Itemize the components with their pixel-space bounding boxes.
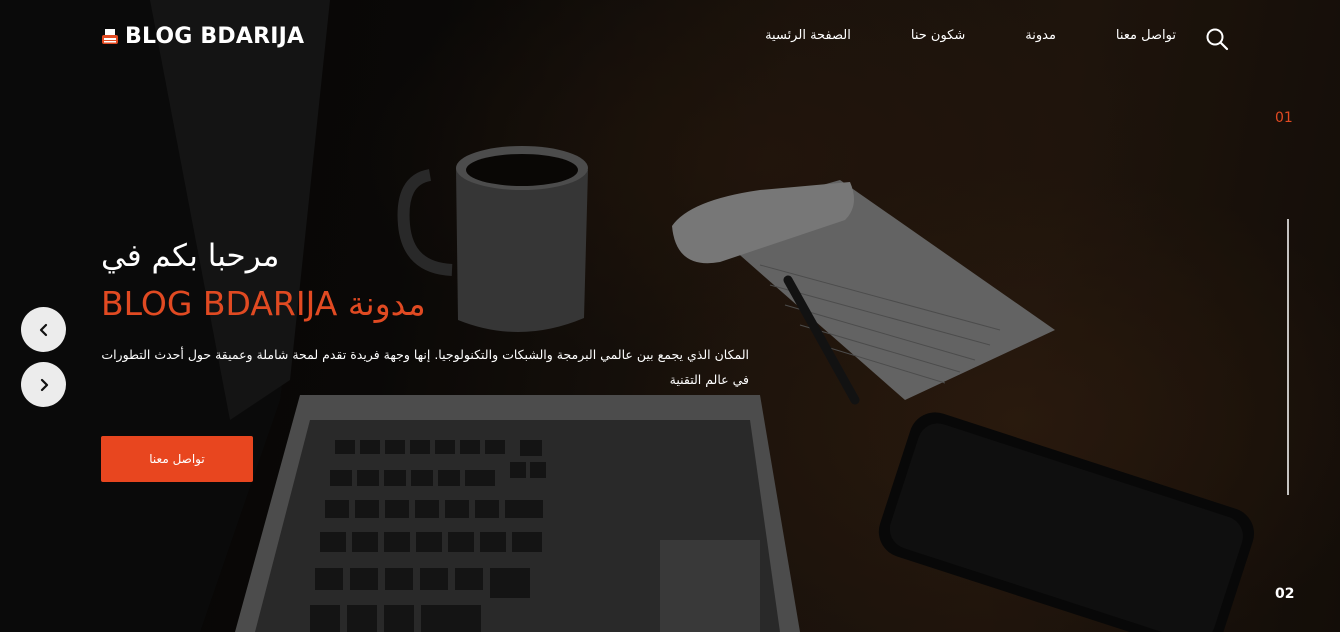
- slide-progress-line: [1287, 219, 1289, 495]
- chevron-right-icon: [40, 378, 48, 391]
- slider-next-button[interactable]: [21, 362, 66, 407]
- site-logo[interactable]: BLOG BDARIJA: [101, 24, 304, 49]
- slide-counter-next[interactable]: 02: [1275, 586, 1294, 602]
- chevron-left-icon: [39, 323, 47, 336]
- nav-item-blog[interactable]: مدونة: [1025, 28, 1056, 43]
- hero-description: المكان الذي يجمع بين عالمي البرمجة والشب…: [101, 347, 749, 387]
- main-nav: الصفحة الرئسية شكون حنا مدونة تواصل معنا: [765, 28, 1176, 43]
- nav-item-home[interactable]: الصفحة الرئسية: [765, 28, 851, 43]
- nav-item-contact[interactable]: تواصل معنا: [1116, 28, 1176, 43]
- hero-section: BLOG BDARIJA الصفحة الرئسية شكون حنا مدو…: [0, 0, 1340, 632]
- nav-item-about[interactable]: شكون حنا: [911, 28, 965, 43]
- logo-text: BLOG BDARIJA: [125, 24, 305, 49]
- hero-headline-accent: BLOG BDARIJA مدونة: [101, 284, 426, 323]
- slider-prev-button[interactable]: [21, 307, 66, 352]
- contact-cta-button[interactable]: تواصل معنا: [101, 436, 253, 482]
- typewriter-icon: [102, 28, 118, 44]
- hero-headline: مرحبا بكم في: [101, 238, 280, 274]
- slide-counter-current[interactable]: 01: [1275, 110, 1293, 126]
- search-icon[interactable]: [1205, 27, 1229, 51]
